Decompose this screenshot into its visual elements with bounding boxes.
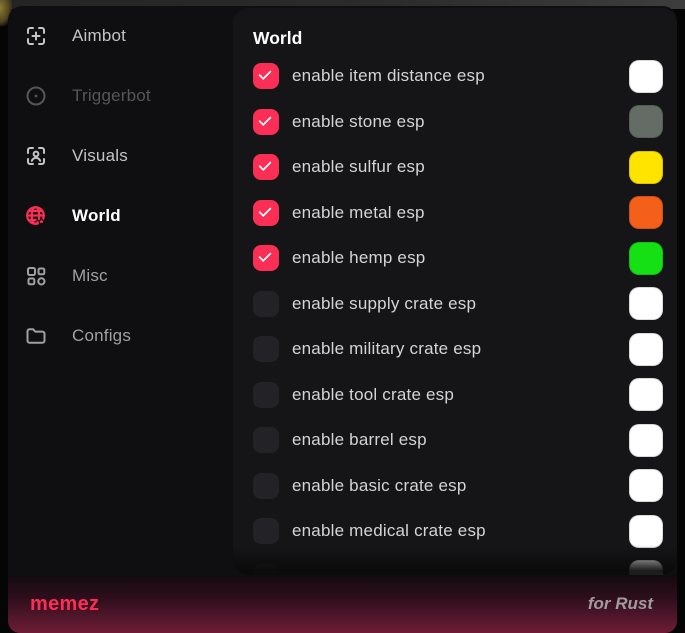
setting-checkbox[interactable] (253, 109, 279, 135)
setting-label: enable barrel esp (292, 430, 427, 450)
setting-label: enable basic crate esp (292, 476, 467, 496)
setting-row: enable barrel esp (253, 427, 663, 453)
checkmark-icon (258, 203, 271, 216)
color-swatch[interactable] (629, 196, 663, 229)
panel-title: World (253, 28, 663, 49)
cheat-menu-window: AimbotTriggerbotVisualsWorldMiscConfigs … (8, 6, 677, 633)
setting-label: enable medical crate esp (292, 521, 486, 541)
world-globe-star-icon (24, 204, 48, 228)
color-swatch[interactable] (629, 378, 663, 411)
color-swatch[interactable] (629, 242, 663, 275)
color-swatch[interactable] (629, 515, 663, 548)
sidebar-item-label: Aimbot (72, 26, 126, 46)
color-swatch[interactable] (629, 333, 663, 366)
setting-checkbox[interactable] (253, 200, 279, 226)
sidebar-item-label: Configs (72, 326, 131, 346)
setting-row (253, 564, 663, 576)
setting-row: enable basic crate esp (253, 473, 663, 499)
setting-row: enable military crate esp (253, 336, 663, 362)
sidebar-item-configs[interactable]: Configs (24, 316, 233, 356)
setting-checkbox[interactable] (253, 336, 279, 362)
setting-row: enable stone esp (253, 109, 663, 135)
setting-checkbox[interactable] (253, 382, 279, 408)
visuals-scan-person-icon (24, 144, 48, 168)
setting-label: enable military crate esp (292, 339, 481, 359)
sidebar-item-triggerbot[interactable]: Triggerbot (24, 76, 233, 116)
world-panel: World enable item distance esp enable sto… (233, 8, 677, 575)
brand-name: memez (30, 593, 99, 616)
setting-row: enable sulfur esp (253, 154, 663, 180)
setting-row: enable item distance esp (253, 63, 663, 89)
setting-row: enable tool crate esp (253, 382, 663, 408)
settings-list: enable item distance esp enable stone esp… (253, 63, 663, 575)
setting-checkbox[interactable] (253, 154, 279, 180)
setting-label: enable stone esp (292, 112, 425, 132)
setting-label: enable hemp esp (292, 248, 425, 268)
triggerbot-target-icon (24, 84, 48, 108)
setting-checkbox[interactable] (253, 245, 279, 271)
sidebar-item-misc[interactable]: Misc (24, 256, 233, 296)
color-swatch[interactable] (629, 424, 663, 457)
configs-folder-icon (24, 324, 48, 348)
setting-row: enable medical crate esp (253, 518, 663, 544)
setting-label: enable item distance esp (292, 66, 485, 86)
setting-row: enable metal esp (253, 200, 663, 226)
footer-bar: memez for Rust (8, 575, 677, 633)
brand-suffix: for Rust (588, 594, 653, 614)
color-swatch[interactable] (629, 469, 663, 502)
color-swatch[interactable] (629, 560, 663, 575)
aimbot-crosshair-icon (24, 24, 48, 48)
setting-row: enable supply crate esp (253, 291, 663, 317)
setting-row: enable hemp esp (253, 245, 663, 271)
sidebar-item-label: Visuals (72, 146, 128, 166)
sidebar-item-aimbot[interactable]: Aimbot (24, 16, 233, 56)
sidebar-item-label: Triggerbot (72, 86, 151, 106)
color-swatch[interactable] (629, 287, 663, 320)
setting-checkbox[interactable] (253, 564, 279, 576)
checkmark-icon (258, 112, 271, 125)
setting-checkbox[interactable] (253, 291, 279, 317)
setting-label: enable supply crate esp (292, 294, 476, 314)
checkmark-icon (258, 249, 271, 262)
misc-shapes-icon (24, 264, 48, 288)
color-swatch[interactable] (629, 105, 663, 138)
checkmark-icon (258, 67, 271, 80)
setting-checkbox[interactable] (253, 427, 279, 453)
sidebar-item-visuals[interactable]: Visuals (24, 136, 233, 176)
sidebar-item-label: Misc (72, 266, 108, 286)
color-swatch[interactable] (629, 151, 663, 184)
setting-label: enable sulfur esp (292, 157, 425, 177)
setting-checkbox[interactable] (253, 63, 279, 89)
sidebar-item-label: World (72, 206, 121, 226)
sidebar-nav: Aimbot Triggerbot Visuals World Misc Configs (8, 6, 233, 575)
setting-label: enable tool crate esp (292, 385, 454, 405)
setting-checkbox[interactable] (253, 518, 279, 544)
sidebar-item-world[interactable]: World (24, 196, 233, 236)
setting-label: enable metal esp (292, 203, 425, 223)
setting-checkbox[interactable] (253, 473, 279, 499)
color-swatch[interactable] (629, 60, 663, 93)
checkmark-icon (258, 158, 271, 171)
